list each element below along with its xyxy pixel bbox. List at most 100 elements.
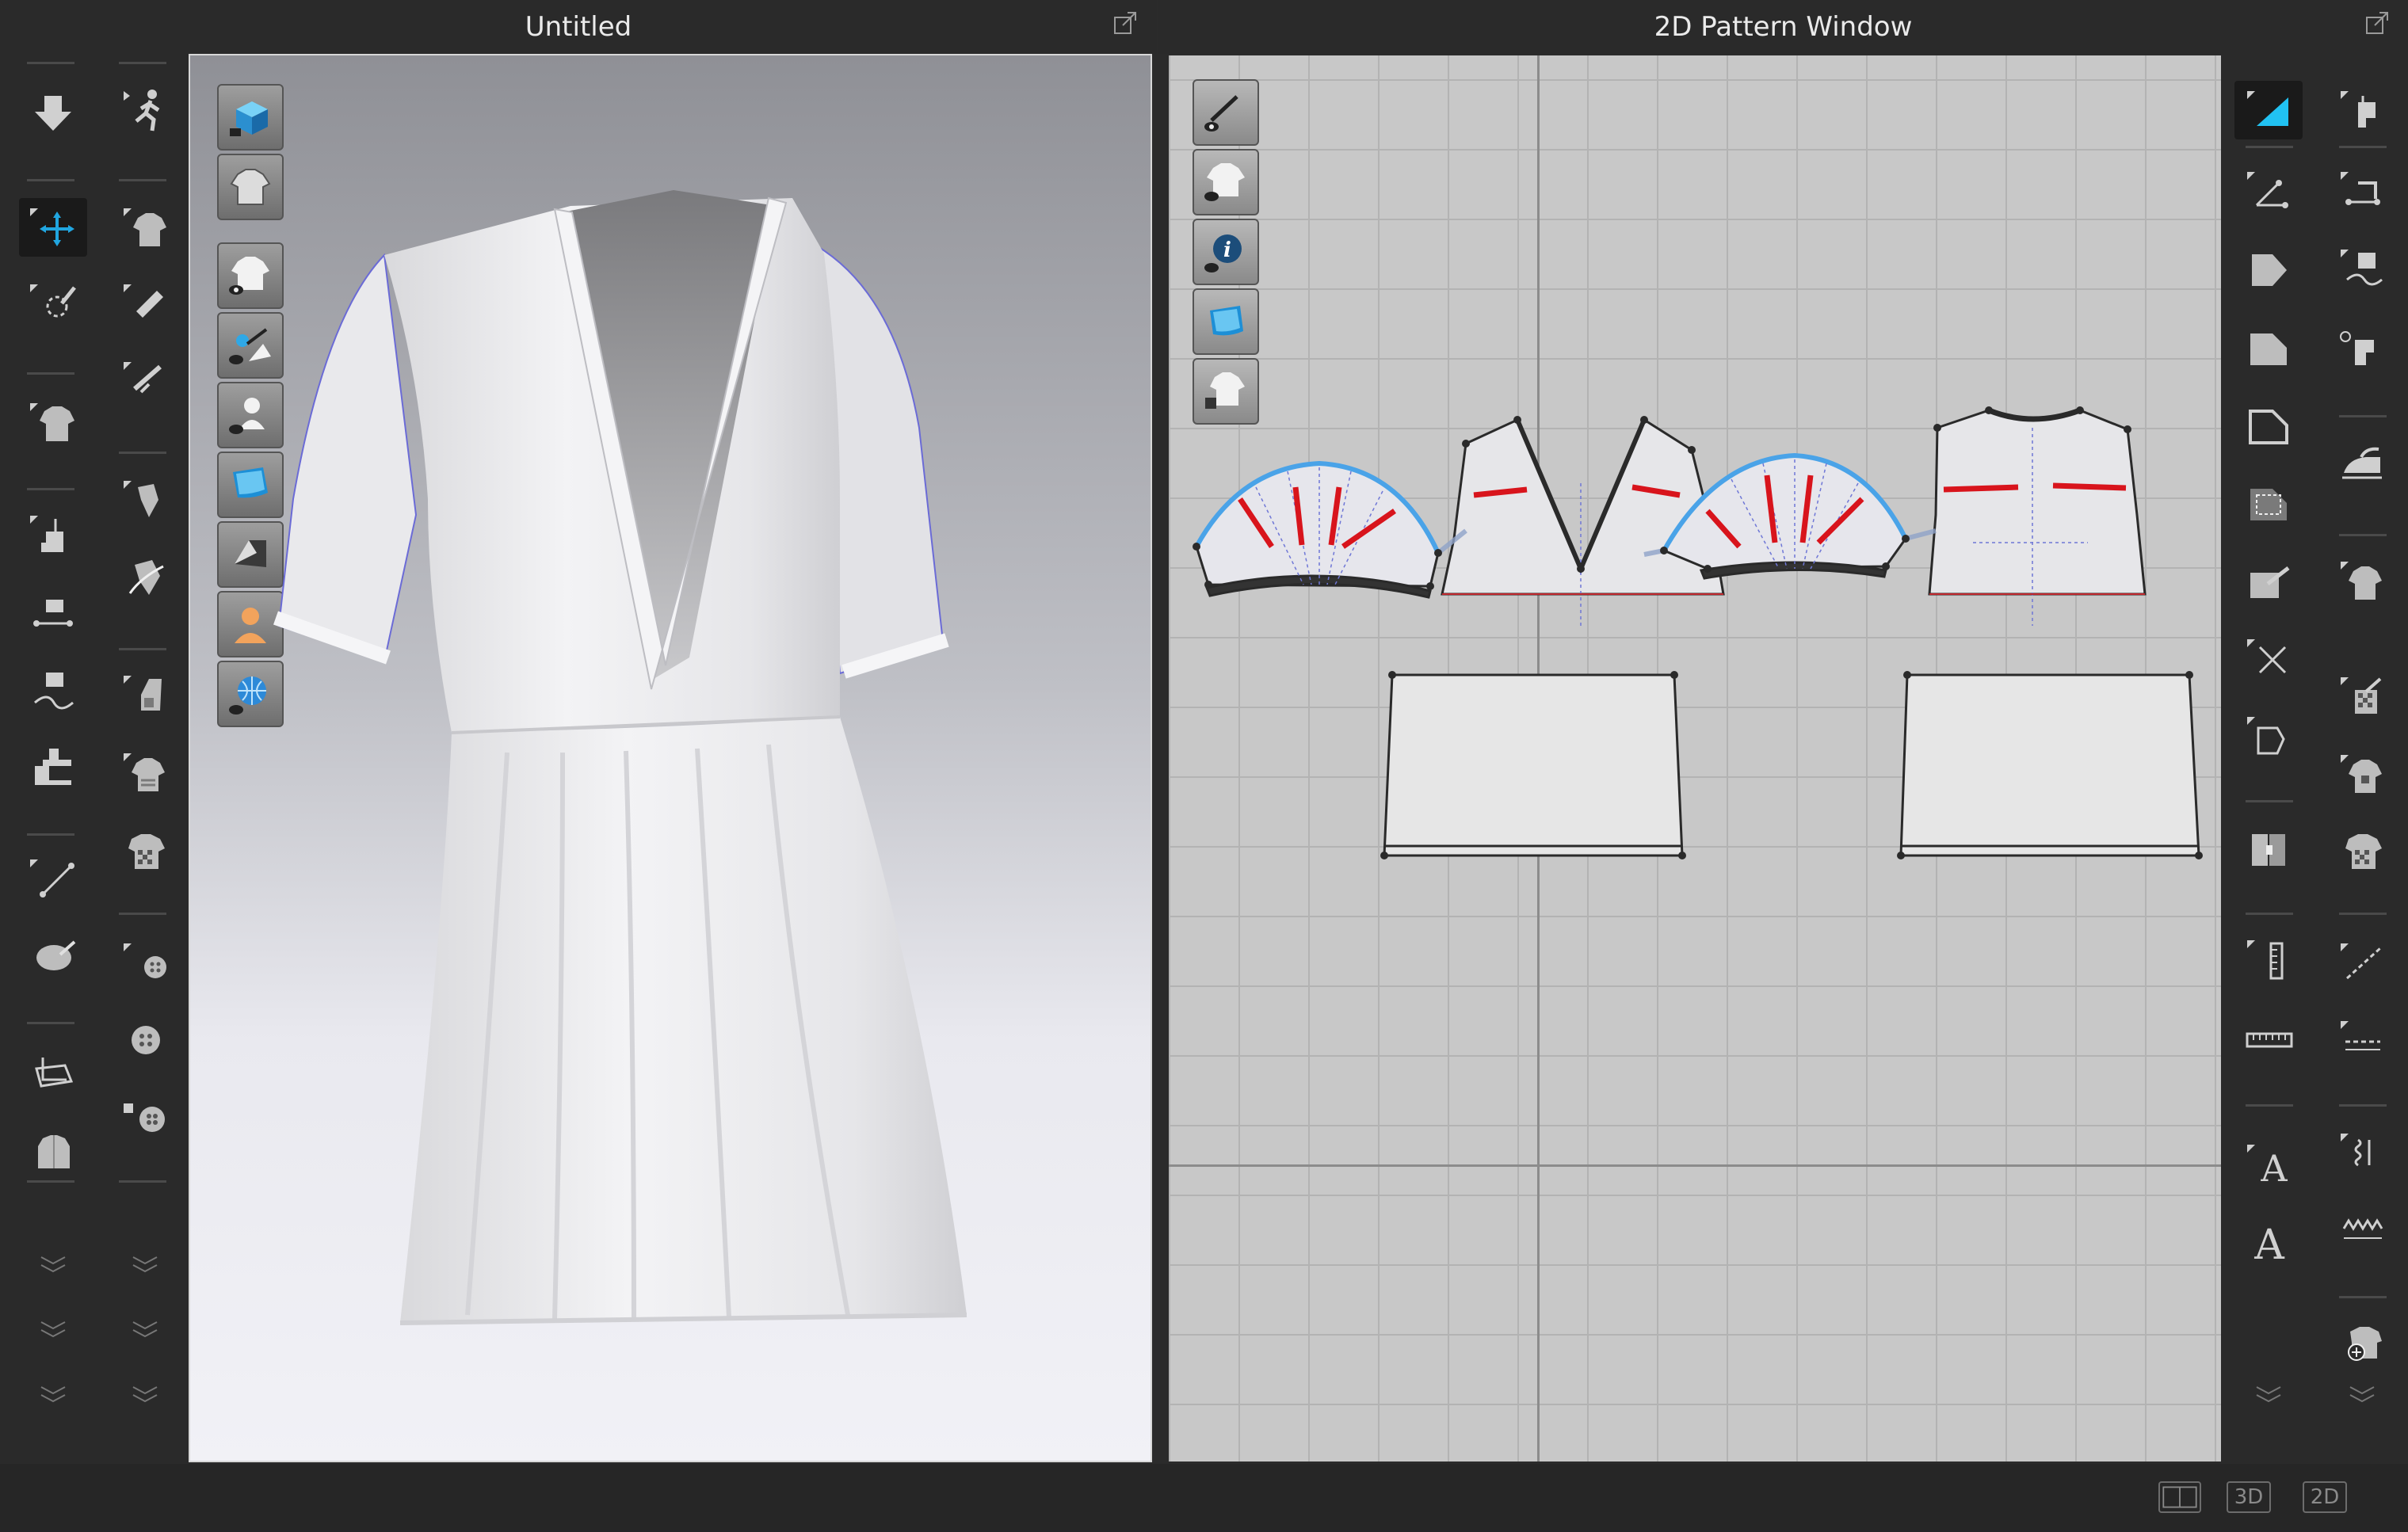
- edit-sewing-icon[interactable]: [2328, 81, 2396, 139]
- check-sewing-icon[interactable]: [2328, 318, 2396, 377]
- ruler-icon[interactable]: [2234, 1009, 2303, 1068]
- steam-garment-icon[interactable]: [111, 352, 179, 410]
- toolbar-divider: [119, 913, 166, 915]
- 2d-mode-label: 2D: [2310, 1485, 2340, 1509]
- edit-sewing-3d-icon[interactable]: [111, 548, 179, 607]
- free-sewing-icon[interactable]: [2328, 239, 2396, 298]
- toolbar-divider: [27, 372, 74, 375]
- pen-garment-icon[interactable]: [111, 274, 179, 333]
- fold-arrangement-icon[interactable]: [19, 505, 87, 564]
- pattern-skirt-front: [1383, 673, 1684, 857]
- 2d-window-titlebar: 2D Pattern Window: [1158, 0, 2408, 54]
- pattern-sleeve-right: [1662, 454, 1907, 570]
- polygon-icon[interactable]: [2234, 239, 2303, 298]
- edit-pattern-icon[interactable]: [2234, 162, 2303, 220]
- puckering-icon[interactable]: [111, 665, 179, 724]
- chevron-down-icon[interactable]: [2328, 1364, 2396, 1423]
- edit-curvature-icon[interactable]: [111, 471, 179, 529]
- zigzag-stitch-icon[interactable]: [2328, 1201, 2396, 1260]
- 3d-mode-button[interactable]: 3D: [2227, 1481, 2271, 1513]
- topstitch-icon[interactable]: [2328, 933, 2396, 992]
- toolbar-divider: [119, 648, 166, 650]
- camera-wrap-icon[interactable]: [19, 927, 87, 985]
- tack-icon[interactable]: [19, 583, 87, 642]
- select-mesh-brush-icon[interactable]: [19, 274, 87, 333]
- status-bar: [0, 1464, 2408, 1532]
- toolbar-divider: [119, 62, 166, 64]
- measure-line-icon[interactable]: [19, 849, 87, 908]
- pattern-sleeve-left: [1195, 462, 1440, 588]
- text-style-glyph: A: [2253, 1221, 2285, 1265]
- add-point-icon[interactable]: [2234, 707, 2303, 765]
- texture-checker-icon[interactable]: [2328, 821, 2396, 879]
- pattern-garment-icon[interactable]: [2328, 551, 2396, 610]
- split-view-button[interactable]: [2158, 1481, 2201, 1513]
- internal-polygon-icon[interactable]: [2234, 396, 2303, 455]
- 3d-garment-dress[interactable]: [190, 55, 1152, 1462]
- select-move-icon[interactable]: [19, 198, 87, 257]
- chevron-down-icon[interactable]: [19, 1364, 87, 1423]
- simulation-icon[interactable]: [19, 84, 87, 143]
- tack-on-avatar-icon[interactable]: [19, 661, 87, 719]
- 3d-mode-label: 3D: [2234, 1485, 2264, 1509]
- 3d-window-titlebar: Untitled: [0, 0, 1157, 54]
- chevron-down-icon[interactable]: [19, 1299, 87, 1358]
- pattern-pieces[interactable]: [1169, 55, 2221, 1461]
- shirring-icon[interactable]: [111, 743, 179, 802]
- toolbar-divider: [2339, 1296, 2387, 1298]
- cut-pattern-icon[interactable]: [2234, 819, 2303, 878]
- 2d-mode-button[interactable]: 2D: [2303, 1481, 2347, 1513]
- chevron-down-icon[interactable]: [111, 1234, 179, 1293]
- add-fabric-icon[interactable]: [2328, 1313, 2396, 1372]
- button-icon[interactable]: [111, 1011, 179, 1069]
- buttonhole-lock-icon[interactable]: [111, 1087, 179, 1145]
- toolbar-divider: [27, 1022, 74, 1024]
- 2d-window-title: 2D Pattern Window: [1654, 11, 1913, 43]
- popout-icon[interactable]: [1113, 11, 1137, 35]
- elastic-icon[interactable]: [2328, 1123, 2396, 1182]
- button-select-icon[interactable]: [111, 933, 179, 992]
- text-style-tool[interactable]: A: [2234, 1212, 2303, 1271]
- internal-rectangle-icon[interactable]: [2234, 474, 2303, 532]
- rectangle-icon[interactable]: [2234, 318, 2303, 377]
- pin-garment-icon[interactable]: [111, 198, 179, 257]
- toolbar-divider: [119, 452, 166, 454]
- toolbar-divider: [27, 1180, 74, 1183]
- toolbar-divider: [2339, 534, 2387, 536]
- segment-topstitch-icon[interactable]: [2328, 1011, 2396, 1069]
- toolbar-divider: [27, 62, 74, 64]
- chevron-down-icon[interactable]: [2234, 1364, 2303, 1423]
- toolbar-divider: [119, 1180, 166, 1183]
- popout-icon[interactable]: [2365, 11, 2389, 35]
- segment-ruler-icon[interactable]: [2234, 930, 2303, 989]
- garment-fit-icon[interactable]: [19, 1122, 87, 1180]
- avatar-pose-icon[interactable]: [111, 81, 179, 139]
- export-pattern-icon[interactable]: [19, 1044, 87, 1103]
- chevron-down-icon[interactable]: [19, 1234, 87, 1293]
- 3d-garment-viewport[interactable]: [189, 54, 1152, 1462]
- text-tool[interactable]: A: [2234, 1134, 2303, 1193]
- toolbar-divider: [27, 179, 74, 181]
- dart-icon[interactable]: [2234, 551, 2303, 610]
- toolbar-divider: [2339, 913, 2387, 915]
- trace-icon[interactable]: [2234, 629, 2303, 688]
- toolbar-divider: [2339, 415, 2387, 417]
- segment-sewing-icon[interactable]: [2328, 162, 2396, 220]
- pattern-skirt-back: [1899, 673, 2200, 857]
- transform-pattern-icon[interactable]: [2234, 81, 2303, 139]
- toolbar-divider: [2246, 146, 2293, 148]
- 3d-window-title: Untitled: [525, 11, 632, 43]
- toolbar-divider: [2246, 1104, 2293, 1107]
- pattern-back-bodice: [1928, 409, 2147, 596]
- toolbar-divider: [2339, 1104, 2387, 1107]
- chevron-down-icon[interactable]: [111, 1364, 179, 1423]
- chevron-down-icon[interactable]: [111, 1299, 179, 1358]
- toolbar-divider: [2246, 800, 2293, 802]
- iron-icon[interactable]: [2328, 434, 2396, 493]
- edit-texture-icon[interactable]: [2328, 667, 2396, 726]
- texture-garment-icon[interactable]: [111, 821, 179, 879]
- sewing-machine-icon[interactable]: [19, 737, 87, 795]
- avatar-garment-icon[interactable]: [19, 393, 87, 452]
- graphic-icon[interactable]: [2328, 745, 2396, 803]
- 2d-pattern-viewport[interactable]: i: [1169, 55, 2221, 1461]
